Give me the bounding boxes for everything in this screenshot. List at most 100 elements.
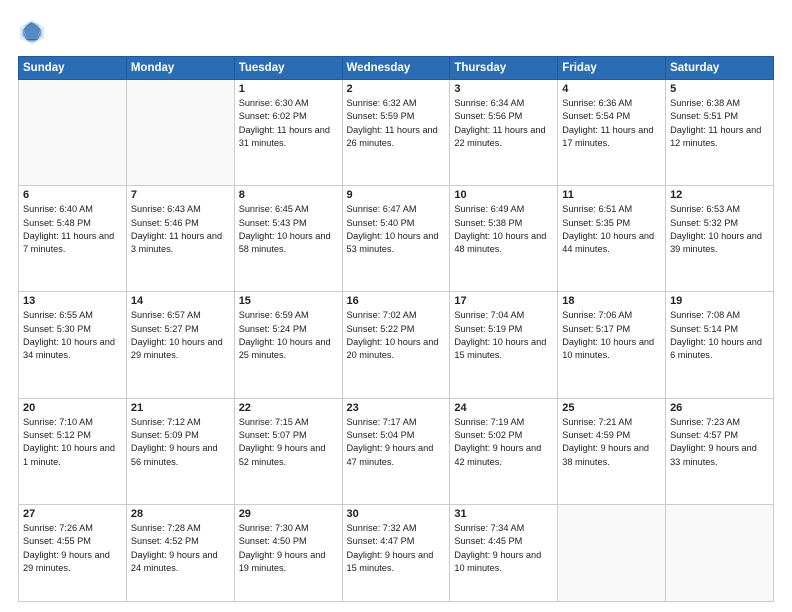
calendar-cell: 8Sunrise: 6:45 AMSunset: 5:43 PMDaylight… <box>234 186 342 292</box>
cell-content: Sunrise: 7:28 AMSunset: 4:52 PMDaylight:… <box>131 522 230 575</box>
day-number: 15 <box>239 295 338 307</box>
weekday-header: Tuesday <box>234 57 342 80</box>
day-number: 10 <box>454 189 553 201</box>
day-number: 26 <box>670 402 769 414</box>
calendar-cell: 7 Sunrise: 6:43 AMSunset: 5:46 PMDaylight… <box>126 186 234 292</box>
calendar-cell: 10 Sunrise: 6:49 AMSunset: 5:38 PMDayligh… <box>450 186 558 292</box>
weekday-header: Monday <box>126 57 234 80</box>
cell-content: Sunrise: 7:17 AMSunset: 5:04 PMDaylight:… <box>347 416 446 469</box>
cell-content: Sunrise: 7:12 AMSunset: 5:09 PMDaylight:… <box>131 416 230 469</box>
day-number: 18 <box>562 295 661 307</box>
calendar-week-row: 27 Sunrise: 7:26 AMSunset: 4:55 PMDayligh… <box>19 504 774 601</box>
calendar-cell: 21 Sunrise: 7:12 AMSunset: 5:09 PMDayligh… <box>126 398 234 504</box>
calendar-cell: 5 Sunrise: 6:38 AMSunset: 5:51 PMDaylight… <box>666 80 774 186</box>
day-number: 23 <box>347 402 446 414</box>
calendar-cell: 1 Sunrise: 6:30 AMSunset: 6:02 PMDaylight… <box>234 80 342 186</box>
day-number: 1 <box>239 83 338 95</box>
day-number: 5 <box>670 83 769 95</box>
calendar-cell <box>19 80 127 186</box>
cell-content: Sunrise: 7:15 AMSunset: 5:07 PMDaylight:… <box>239 416 338 469</box>
day-number: 6 <box>23 189 122 201</box>
cell-content: Sunrise: 7:34 AMSunset: 4:45 PMDaylight:… <box>454 522 553 575</box>
cell-content: Sunrise: 6:36 AMSunset: 5:54 PMDaylight:… <box>562 97 661 150</box>
day-number: 22 <box>239 402 338 414</box>
calendar-cell: 15 Sunrise: 6:59 AMSunset: 5:24 PMDayligh… <box>234 292 342 398</box>
cell-content: Sunrise: 7:19 AMSunset: 5:02 PMDaylight:… <box>454 416 553 469</box>
calendar-cell: 25 Sunrise: 7:21 AMSunset: 4:59 PMDayligh… <box>558 398 666 504</box>
calendar-cell <box>666 504 774 601</box>
day-number: 3 <box>454 83 553 95</box>
day-number: 21 <box>131 402 230 414</box>
day-number: 30 <box>347 508 446 520</box>
calendar-cell: 14Sunrise: 6:57 AMSunset: 5:27 PMDayligh… <box>126 292 234 398</box>
calendar-cell: 23 Sunrise: 7:17 AMSunset: 5:04 PMDayligh… <box>342 398 450 504</box>
cell-content: Sunrise: 6:59 AMSunset: 5:24 PMDaylight:… <box>239 309 338 362</box>
day-number: 14 <box>131 295 230 307</box>
calendar-cell: 12 Sunrise: 6:53 AMSunset: 5:32 PMDayligh… <box>666 186 774 292</box>
cell-content: Sunrise: 6:47 AMSunset: 5:40 PMDaylight:… <box>347 203 446 256</box>
calendar-week-row: 13 Sunrise: 6:55 AMSunset: 5:30 PMDayligh… <box>19 292 774 398</box>
cell-content: Sunrise: 7:32 AMSunset: 4:47 PMDaylight:… <box>347 522 446 575</box>
calendar-table: SundayMondayTuesdayWednesdayThursdayFrid… <box>18 56 774 602</box>
cell-content: Sunrise: 7:08 AMSunset: 5:14 PMDaylight:… <box>670 309 769 362</box>
calendar-week-row: 6 Sunrise: 6:40 AMSunset: 5:48 PMDaylight… <box>19 186 774 292</box>
cell-content: Sunrise: 6:55 AMSunset: 5:30 PMDaylight:… <box>23 309 122 362</box>
calendar-cell: 24 Sunrise: 7:19 AMSunset: 5:02 PMDayligh… <box>450 398 558 504</box>
cell-content: Sunrise: 7:06 AMSunset: 5:17 PMDaylight:… <box>562 309 661 362</box>
logo-icon <box>18 18 46 46</box>
cell-content: Sunrise: 6:49 AMSunset: 5:38 PMDaylight:… <box>454 203 553 256</box>
header <box>18 18 774 46</box>
day-number: 27 <box>23 508 122 520</box>
cell-content: Sunrise: 6:30 AMSunset: 6:02 PMDaylight:… <box>239 97 338 150</box>
cell-content: Sunrise: 6:51 AMSunset: 5:35 PMDaylight:… <box>562 203 661 256</box>
cell-content: Sunrise: 7:02 AMSunset: 5:22 PMDaylight:… <box>347 309 446 362</box>
day-number: 16 <box>347 295 446 307</box>
day-number: 13 <box>23 295 122 307</box>
calendar-cell: 27 Sunrise: 7:26 AMSunset: 4:55 PMDayligh… <box>19 504 127 601</box>
day-number: 20 <box>23 402 122 414</box>
day-number: 12 <box>670 189 769 201</box>
cell-content: Sunrise: 6:34 AMSunset: 5:56 PMDaylight:… <box>454 97 553 150</box>
cell-content: Sunrise: 6:43 AMSunset: 5:46 PMDaylight:… <box>131 203 230 256</box>
day-number: 17 <box>454 295 553 307</box>
day-number: 2 <box>347 83 446 95</box>
page: SundayMondayTuesdayWednesdayThursdayFrid… <box>0 0 792 612</box>
logo <box>18 18 50 46</box>
calendar-cell: 4 Sunrise: 6:36 AMSunset: 5:54 PMDaylight… <box>558 80 666 186</box>
calendar-week-row: 1 Sunrise: 6:30 AMSunset: 6:02 PMDaylight… <box>19 80 774 186</box>
calendar-week-row: 20 Sunrise: 7:10 AMSunset: 5:12 PMDayligh… <box>19 398 774 504</box>
calendar-cell: 17Sunrise: 7:04 AMSunset: 5:19 PMDayligh… <box>450 292 558 398</box>
weekday-header: Saturday <box>666 57 774 80</box>
day-number: 24 <box>454 402 553 414</box>
day-number: 9 <box>347 189 446 201</box>
calendar-cell: 30 Sunrise: 7:32 AMSunset: 4:47 PMDayligh… <box>342 504 450 601</box>
day-number: 28 <box>131 508 230 520</box>
weekday-header: Friday <box>558 57 666 80</box>
cell-content: Sunrise: 6:53 AMSunset: 5:32 PMDaylight:… <box>670 203 769 256</box>
weekday-header: Sunday <box>19 57 127 80</box>
calendar-cell: 2 Sunrise: 6:32 AMSunset: 5:59 PMDaylight… <box>342 80 450 186</box>
cell-content: Sunrise: 7:21 AMSunset: 4:59 PMDaylight:… <box>562 416 661 469</box>
day-number: 11 <box>562 189 661 201</box>
calendar-cell: 19 Sunrise: 7:08 AMSunset: 5:14 PMDayligh… <box>666 292 774 398</box>
calendar-cell: 20 Sunrise: 7:10 AMSunset: 5:12 PMDayligh… <box>19 398 127 504</box>
day-number: 25 <box>562 402 661 414</box>
day-number: 7 <box>131 189 230 201</box>
day-number: 4 <box>562 83 661 95</box>
weekday-header: Thursday <box>450 57 558 80</box>
day-number: 29 <box>239 508 338 520</box>
calendar-cell: 28 Sunrise: 7:28 AMSunset: 4:52 PMDayligh… <box>126 504 234 601</box>
day-number: 8 <box>239 189 338 201</box>
calendar-cell: 16 Sunrise: 7:02 AMSunset: 5:22 PMDayligh… <box>342 292 450 398</box>
cell-content: Sunrise: 7:26 AMSunset: 4:55 PMDaylight:… <box>23 522 122 575</box>
day-number: 19 <box>670 295 769 307</box>
calendar-cell: 6 Sunrise: 6:40 AMSunset: 5:48 PMDaylight… <box>19 186 127 292</box>
calendar-cell: 18 Sunrise: 7:06 AMSunset: 5:17 PMDayligh… <box>558 292 666 398</box>
cell-content: Sunrise: 6:40 AMSunset: 5:48 PMDaylight:… <box>23 203 122 256</box>
calendar-cell: 22 Sunrise: 7:15 AMSunset: 5:07 PMDayligh… <box>234 398 342 504</box>
calendar-cell: 9 Sunrise: 6:47 AMSunset: 5:40 PMDaylight… <box>342 186 450 292</box>
calendar-cell: 29Sunrise: 7:30 AMSunset: 4:50 PMDayligh… <box>234 504 342 601</box>
cell-content: Sunrise: 7:10 AMSunset: 5:12 PMDaylight:… <box>23 416 122 469</box>
cell-content: Sunrise: 6:38 AMSunset: 5:51 PMDaylight:… <box>670 97 769 150</box>
cell-content: Sunrise: 6:32 AMSunset: 5:59 PMDaylight:… <box>347 97 446 150</box>
